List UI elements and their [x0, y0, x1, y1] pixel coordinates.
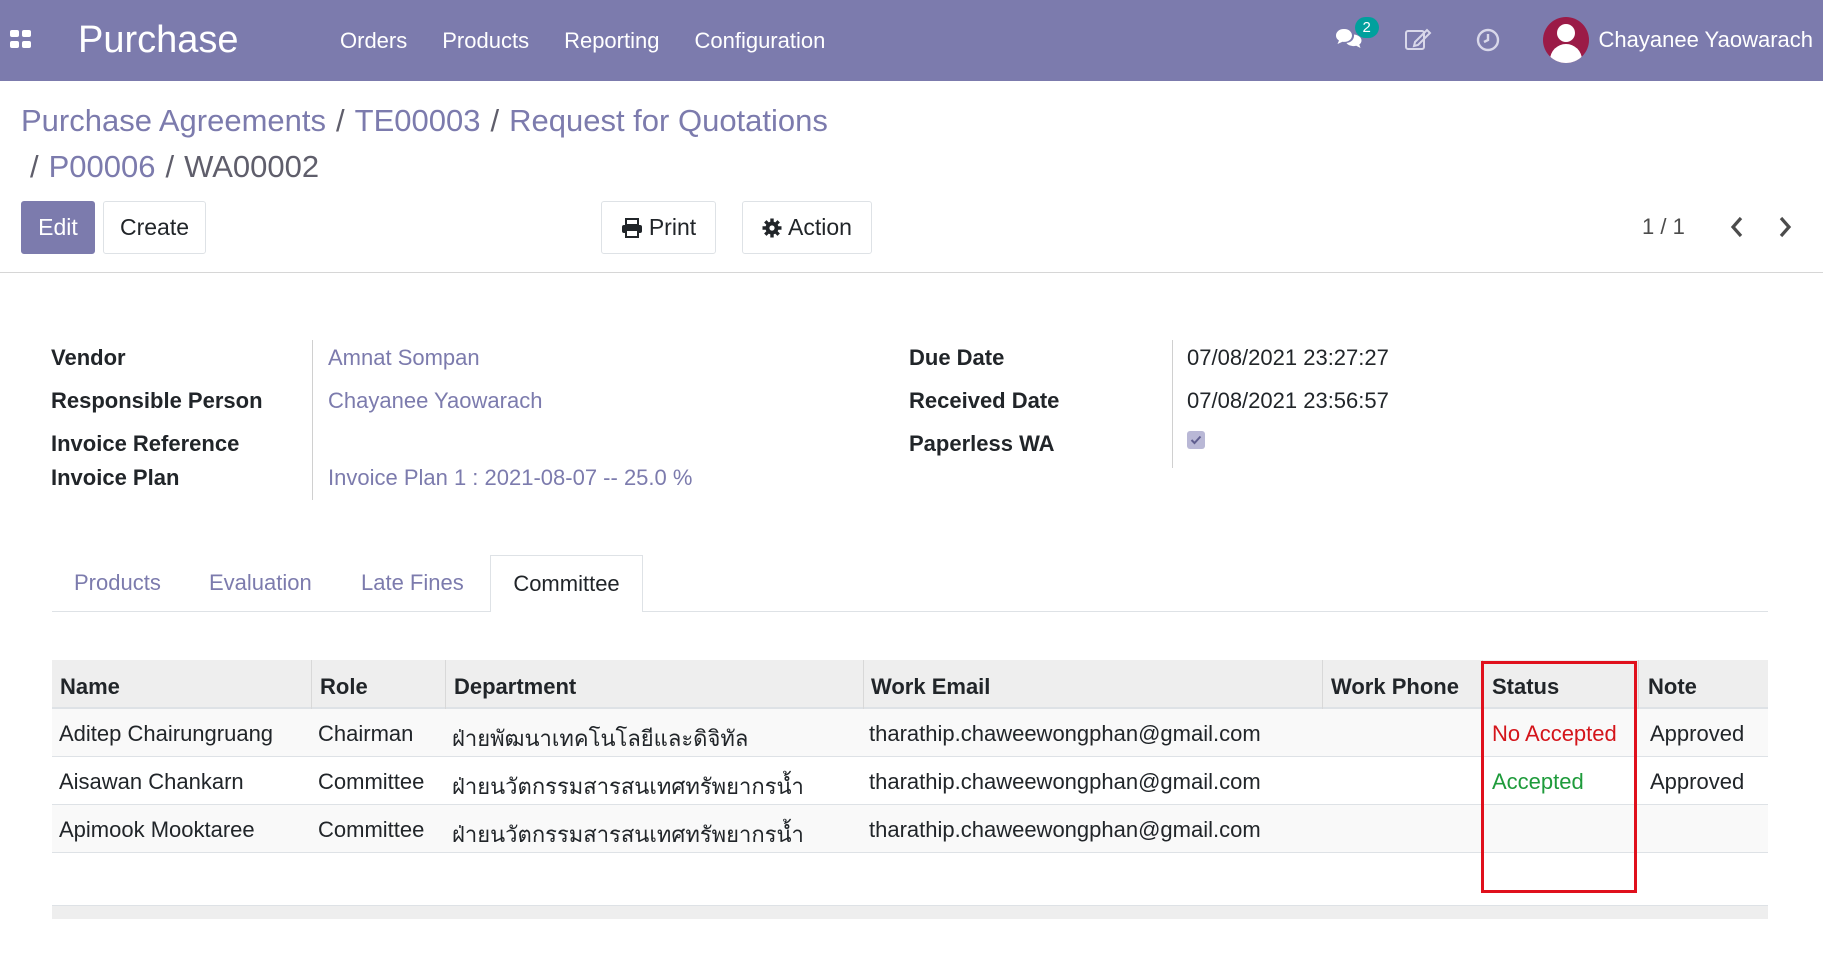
- user-name[interactable]: Chayanee Yaowarach: [1599, 27, 1813, 53]
- cell-department: ฝ่ายนวัตกรรมสารสนเทศทรัพยากรน้ำ: [452, 822, 804, 847]
- table-row[interactable]: Aisawan Chankarn Committee ฝ่ายนวัตกรรมส…: [52, 757, 1768, 805]
- edit-note-icon[interactable]: [1403, 25, 1433, 55]
- received-date-value: 07/08/2021 23:56:57: [1187, 388, 1389, 413]
- field-group-divider: [312, 340, 313, 500]
- tab-evaluation[interactable]: Evaluation: [209, 570, 312, 596]
- column-header-name[interactable]: Name: [60, 674, 120, 700]
- tabs-baseline: [52, 611, 1768, 612]
- top-navbar: Purchase Orders Products Reporting Confi…: [0, 0, 1823, 81]
- cell-department: ฝ่ายนวัตกรรมสารสนเทศทรัพยากรน้ำ: [452, 774, 804, 799]
- responsible-person-value[interactable]: Chayanee Yaowarach: [328, 388, 542, 414]
- record-title: WA00002: [50, 273, 450, 283]
- cell-work-email: tharathip.chaweewongphan@gmail.com: [869, 769, 1261, 794]
- cell-name: Aditep Chairungruang: [59, 721, 274, 746]
- column-header-department[interactable]: Department: [454, 674, 576, 700]
- cell-role: Chairman: [318, 721, 414, 746]
- cell-work-email: tharathip.chaweewongphan@gmail.com: [869, 721, 1261, 746]
- cell-role: Committee: [318, 817, 425, 842]
- print-icon: [621, 217, 642, 238]
- record-title-clip: WA00002: [50, 273, 450, 287]
- table-row[interactable]: Aditep Chairungruang Chairman ฝ่ายพัฒนาเ…: [52, 709, 1768, 757]
- cell-role: Committee: [318, 769, 425, 794]
- breadcrumb-separator: /: [165, 149, 175, 184]
- column-header-status[interactable]: Status: [1492, 674, 1559, 700]
- breadcrumb-purchase-agreements[interactable]: Purchase Agreements: [21, 103, 326, 138]
- menu-orders[interactable]: Orders: [340, 28, 407, 54]
- paperless-wa-label: Paperless WA: [909, 431, 1055, 456]
- main-menu: Orders Products Reporting Configuration: [340, 28, 860, 54]
- column-header-role[interactable]: Role: [320, 674, 368, 700]
- column-header-work-phone[interactable]: Work Phone: [1331, 674, 1459, 700]
- app-title[interactable]: Purchase: [78, 19, 239, 62]
- cell-note: Approved: [1650, 769, 1745, 794]
- due-date-value: 07/08/2021 23:27:27: [1187, 345, 1389, 370]
- vendor-label: Vendor: [51, 345, 126, 370]
- clock-icon[interactable]: [1473, 25, 1503, 55]
- field-group-divider: [1172, 340, 1173, 468]
- cell-work-email: tharathip.chaweewongphan@gmail.com: [869, 817, 1261, 842]
- menu-configuration[interactable]: Configuration: [694, 28, 825, 54]
- column-header-note[interactable]: Note: [1648, 674, 1697, 700]
- edit-button[interactable]: Edit: [21, 201, 95, 254]
- cell-name: Apimook Mooktaree: [59, 817, 255, 842]
- table-header: Name Role Department Work Email Work Pho…: [52, 660, 1768, 709]
- navbar-systray: 2 Chayanee Yaowarach: [1335, 14, 1813, 66]
- apps-grid-icon[interactable]: [10, 30, 32, 48]
- chat-count-badge: 2: [1354, 17, 1379, 38]
- action-label: Action: [788, 214, 852, 240]
- received-date-label: Received Date: [909, 388, 1060, 413]
- paperless-wa-checkbox: [1187, 431, 1205, 449]
- tab-committee[interactable]: Committee: [490, 555, 643, 612]
- responsible-person-label: Responsible Person: [51, 388, 263, 413]
- table-row[interactable]: Apimook Mooktaree Committee ฝ่ายนวัตกรรม…: [52, 805, 1768, 853]
- user-avatar[interactable]: [1542, 17, 1589, 63]
- breadcrumb: Purchase Agreements / TE00003 / Request for …: [21, 103, 828, 139]
- breadcrumb-line-2: / P00006 / WA00002: [30, 149, 319, 185]
- invoice-plan-label: Invoice Plan: [51, 465, 180, 490]
- cell-name: Aisawan Chankarn: [59, 769, 244, 794]
- cell-note: Approved: [1650, 721, 1745, 746]
- menu-reporting[interactable]: Reporting: [564, 28, 659, 54]
- print-button[interactable]: Print: [601, 201, 716, 254]
- column-header-work-email[interactable]: Work Email: [871, 674, 990, 700]
- cell-status: No Accepted: [1492, 721, 1617, 746]
- invoice-reference-label: Invoice Reference: [51, 431, 240, 456]
- vendor-value[interactable]: Amnat Sompan: [328, 345, 480, 371]
- breadcrumb-separator: /: [490, 103, 500, 138]
- tab-products[interactable]: Products: [74, 570, 161, 596]
- menu-products[interactable]: Products: [442, 28, 529, 54]
- chevron-right-icon[interactable]: [1774, 214, 1796, 240]
- table-footer: [52, 905, 1768, 919]
- chevron-left-icon[interactable]: [1726, 214, 1748, 240]
- action-button[interactable]: Action: [742, 201, 872, 254]
- breadcrumb-rfq[interactable]: Request for Quotations: [509, 103, 828, 138]
- tab-late-fines[interactable]: Late Fines: [361, 570, 464, 596]
- print-label: Print: [648, 214, 697, 240]
- breadcrumb-separator: /: [336, 103, 345, 138]
- invoice-plan-value[interactable]: Invoice Plan 1 : 2021-08-07 -- 25.0 %: [328, 465, 692, 491]
- gear-icon: [762, 218, 782, 237]
- pager-value[interactable]: 1 / 1: [1642, 214, 1685, 240]
- breadcrumb-current: WA00002: [184, 149, 320, 184]
- due-date-label: Due Date: [909, 345, 1005, 370]
- breadcrumb-te00003[interactable]: TE00003: [355, 103, 481, 138]
- create-button[interactable]: Create: [103, 201, 206, 254]
- cell-status: Accepted: [1492, 769, 1584, 794]
- checkmark-icon: [1190, 435, 1202, 445]
- breadcrumb-p00006[interactable]: P00006: [49, 149, 156, 184]
- cell-department: ฝ่ายพัฒนาเทคโนโลยีและดิจิทัล: [452, 726, 749, 751]
- breadcrumb-separator: /: [30, 149, 39, 184]
- messaging-menu[interactable]: 2: [1335, 17, 1379, 55]
